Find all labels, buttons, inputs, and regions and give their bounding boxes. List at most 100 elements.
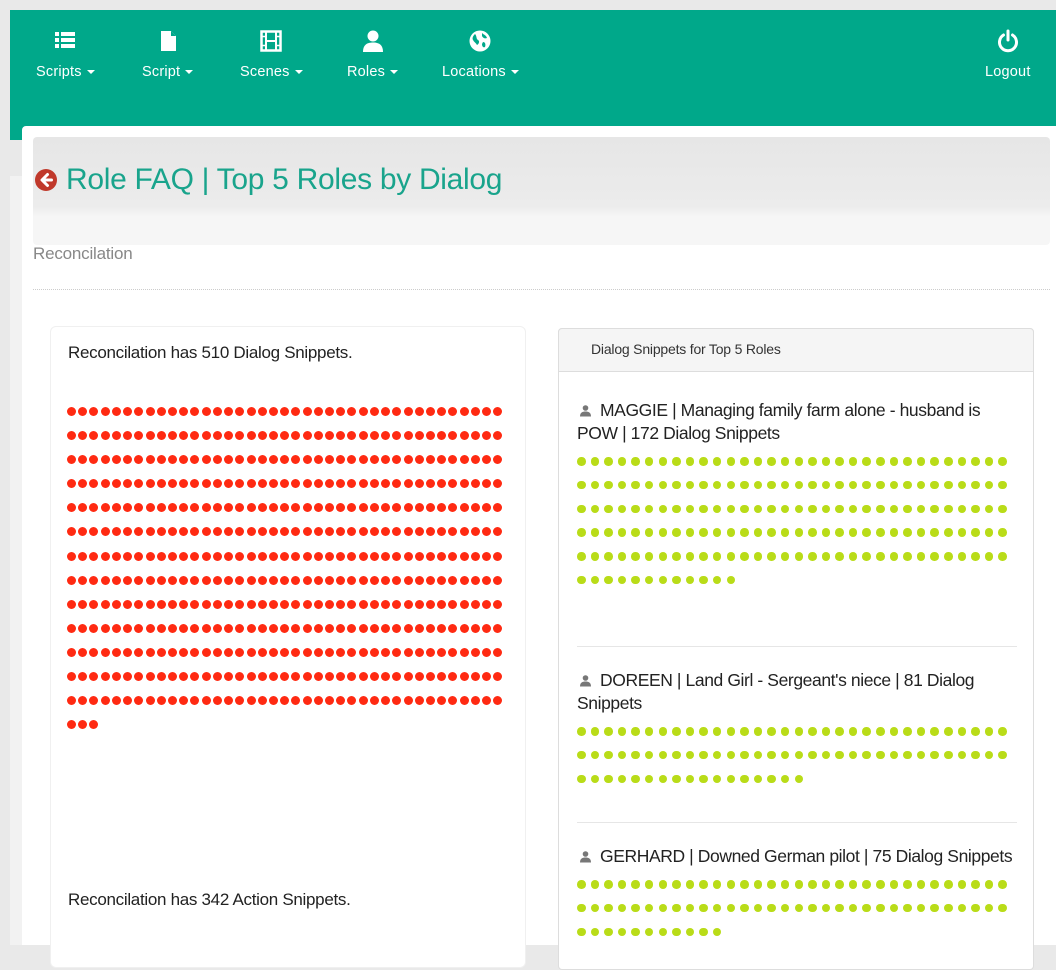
dialog-snippet-dot: [235, 623, 245, 633]
dialog-snippet-dot: [414, 575, 424, 585]
user-icon: [580, 675, 591, 687]
role-snippet-dot: [930, 457, 939, 466]
dialog-snippet-dot: [313, 407, 323, 416]
role-snippet-dot: [984, 528, 994, 537]
dialog-snippet-dot: [313, 623, 323, 633]
caret-down-icon: [185, 70, 194, 75]
dialog-snippet-dot: [246, 623, 256, 633]
dialog-snippet-dot: [201, 696, 211, 706]
dialog-snippet-dot: [224, 503, 234, 513]
nav-scripts[interactable]: Scripts: [36, 28, 95, 80]
dialog-snippet-dot: [358, 551, 368, 561]
dialog-snippet-dot: [156, 575, 166, 585]
dialog-snippet-dot: [111, 551, 121, 561]
role-snippet-dot: [944, 552, 953, 561]
dialog-snippet-dot: [448, 672, 458, 682]
role-snippet-dot: [726, 480, 736, 490]
dialog-snippet-dot: [190, 599, 200, 609]
role-snippet-dot: [699, 727, 708, 736]
film-icon: [260, 30, 283, 52]
role-snippet-dot: [685, 480, 695, 490]
role-title[interactable]: MAGGIE | Managing family farm alone - hu…: [577, 399, 1017, 445]
role-snippet-dot: [862, 504, 871, 514]
role-snippet-dot: [658, 457, 668, 466]
role-snippet-dot: [685, 504, 695, 514]
nav-scenes[interactable]: Scenes: [240, 28, 303, 80]
role-snippet-dot: [658, 575, 668, 585]
dialog-snippet-dot: [493, 503, 503, 513]
role-dots: [577, 727, 1017, 798]
nav-script[interactable]: Script: [142, 28, 194, 80]
dialog-snippet-dot: [134, 672, 144, 682]
dialog-snippet-dot: [302, 575, 312, 585]
dialog-snippet-dot: [302, 696, 312, 706]
dialog-snippet-dot: [268, 455, 278, 465]
dialog-snippet-dot: [179, 431, 189, 441]
dialog-snippet-dot: [325, 647, 335, 657]
dialog-snippet-dot: [313, 575, 323, 585]
role-snippet-dot: [590, 552, 600, 561]
dialog-snippet-dot: [78, 407, 88, 416]
dialog-snippet-dot: [212, 575, 222, 585]
role-snippet-dot: [957, 903, 967, 913]
nav-roles[interactable]: Roles: [347, 28, 399, 80]
dialog-snippet-dot: [111, 696, 121, 706]
role-snippet-dot: [957, 480, 967, 490]
role-title[interactable]: GERHARD | Downed German pilot | 75 Dialo…: [577, 845, 1017, 868]
role-snippet-dot: [780, 903, 790, 913]
dialog-snippet-dot: [381, 407, 391, 416]
dialog-snippet-dot: [437, 455, 447, 465]
role-snippet-dot: [916, 480, 926, 490]
dialog-snippet-dot: [381, 503, 391, 513]
dialog-snippet-dot: [224, 647, 234, 657]
dialog-snippet-dot: [470, 672, 480, 682]
dialog-snippet-dot: [100, 599, 110, 609]
dialog-snippet-dot: [257, 696, 267, 706]
dialog-snippet-dot: [482, 672, 492, 682]
dialog-snippet-dot: [280, 623, 290, 633]
dialog-snippet-dot: [302, 551, 312, 561]
dialog-snippet-dot: [369, 696, 379, 706]
dialog-snippet-dot: [437, 647, 447, 657]
dialog-snippet-dot: [246, 599, 256, 609]
dialog-snippet-dot: [448, 551, 458, 561]
dialog-snippet-dot: [111, 503, 121, 513]
dialog-snippet-dot: [291, 527, 301, 537]
dialog-snippet-dot: [212, 503, 222, 513]
dialog-snippet-dot: [145, 551, 155, 561]
role-snippet-dot: [767, 457, 776, 466]
dialog-snippet-dot: [426, 407, 435, 416]
dialog-snippet-dot: [482, 647, 492, 657]
role-snippet-dot: [835, 552, 844, 561]
dialog-snippet-dot: [291, 623, 301, 633]
dialog-snippet-dot: [123, 696, 133, 706]
role-snippet-dot: [916, 903, 926, 913]
logout-button[interactable]: Logout: [985, 28, 1031, 80]
nav-locations[interactable]: Locations: [442, 28, 519, 80]
dialog-snippet-dot: [291, 551, 301, 561]
role-snippet-dot: [590, 528, 600, 537]
dialog-snippet-dot: [448, 575, 458, 585]
role-title[interactable]: DOREEN | Land Girl - Sergeant's niece | …: [577, 669, 1017, 715]
dialog-snippet-dot: [437, 599, 447, 609]
dialog-snippet-dot: [403, 696, 413, 706]
dialog-snippet-dot: [89, 672, 99, 682]
role-snippet-dot: [848, 727, 858, 736]
dialog-snippet-dot: [347, 575, 357, 585]
back-arrow-icon[interactable]: [34, 168, 58, 192]
dialog-snippet-dot: [67, 623, 76, 633]
role-snippet-dot: [726, 880, 736, 889]
dialog-snippet-dot: [134, 479, 144, 489]
dialog-snippet-dot: [111, 599, 121, 609]
dialog-snippet-dot: [246, 479, 256, 489]
role-snippet-dot: [903, 504, 912, 514]
dialog-snippet-dot: [212, 551, 222, 561]
dialog-snippet-dot: [403, 647, 413, 657]
dialog-snippet-dot: [414, 623, 424, 633]
caret-down-icon: [294, 70, 303, 75]
dialog-snippet-dot: [89, 407, 99, 416]
role-snippet-dot: [644, 727, 654, 736]
role-snippet-dot: [604, 457, 613, 466]
role-snippet-dot: [631, 750, 640, 760]
dialog-snippet-dot: [179, 407, 189, 416]
